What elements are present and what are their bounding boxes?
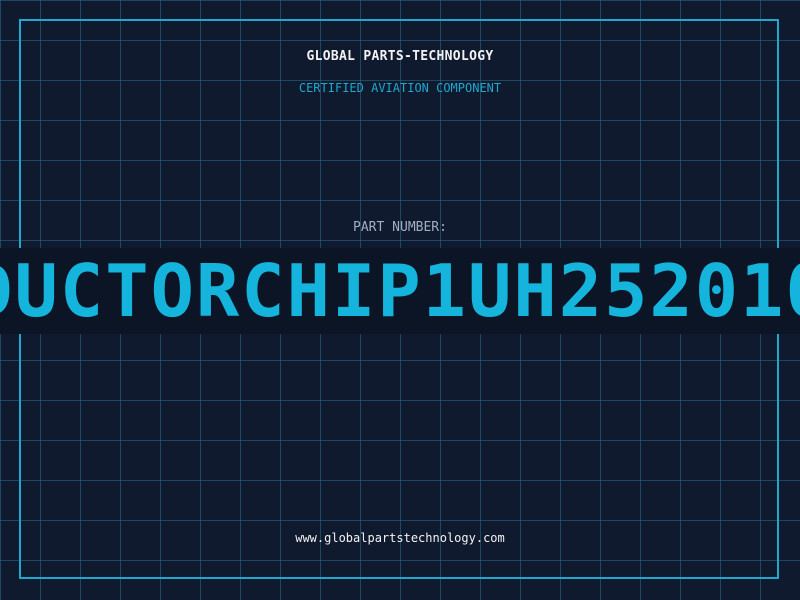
- company-name: GLOBAL PARTS-TECHNOLOGY: [306, 49, 494, 64]
- certification-tagline: CERTIFIED AVIATION COMPONENT: [298, 81, 502, 95]
- website-url: www.globalpartstechnology.com: [295, 531, 505, 545]
- part-number-band: DUCTORCHIP1UH252010: [0, 248, 800, 334]
- part-number-value: DUCTORCHIP1UH252010: [0, 249, 800, 333]
- part-number-label: PART NUMBER:: [353, 220, 447, 235]
- label-canvas: GLOBAL PARTS-TECHNOLOGY CERTIFIED AVIATI…: [0, 0, 800, 600]
